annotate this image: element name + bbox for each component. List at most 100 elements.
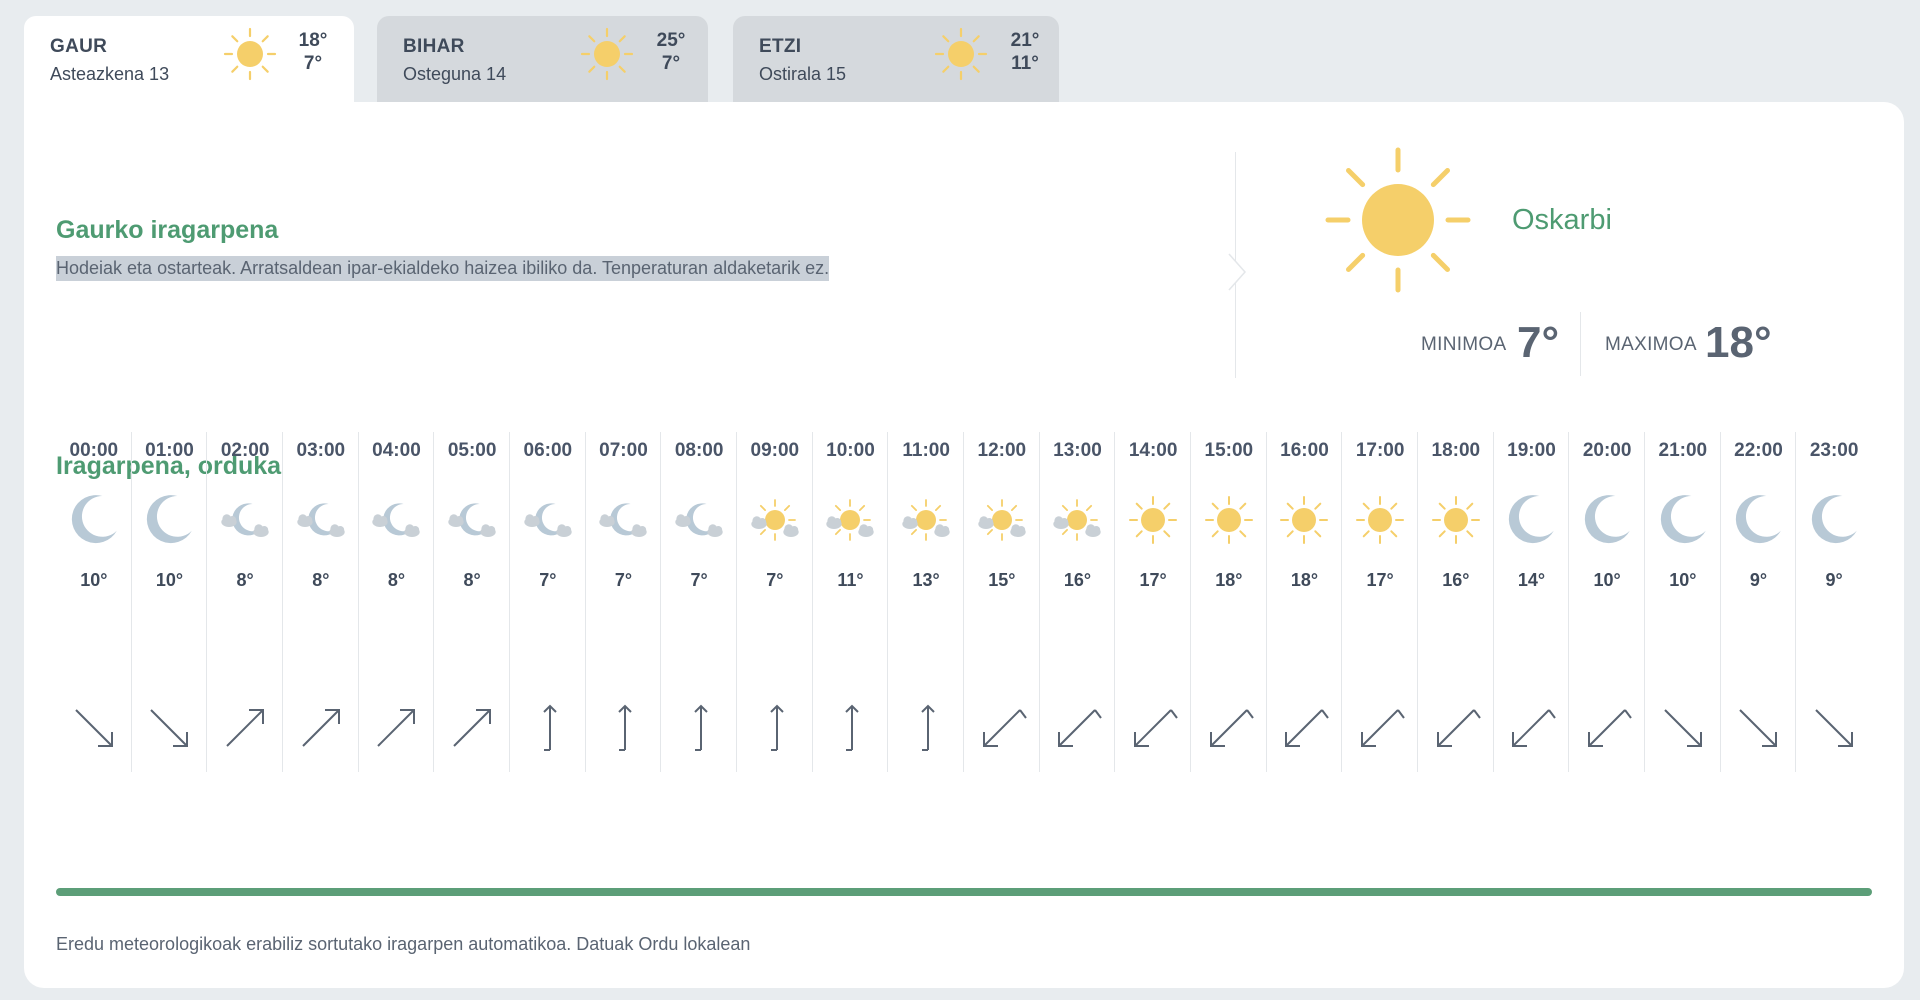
sun-cloud-icon: [902, 499, 950, 541]
hour-column: 22:00 9°: [1721, 432, 1797, 772]
moon-cloud-icon: [524, 503, 572, 537]
wind-direction-icon: [1436, 709, 1481, 747]
hour-temp: 18°: [1290, 570, 1319, 590]
sun-icon: [1356, 496, 1405, 544]
hour-column: 07:00 7°: [586, 432, 662, 772]
sun-icon: [580, 27, 634, 81]
hour-time: 19:00: [1507, 440, 1556, 461]
wind-direction-icon: [1512, 709, 1557, 747]
hour-time: 05:00: [447, 440, 497, 461]
moon-icon: [1509, 495, 1555, 544]
wind-direction-icon: [453, 709, 492, 747]
moon-cloud-icon: [297, 503, 345, 537]
hour-column: 00:00 10°: [56, 432, 132, 772]
hour-time: 00:00: [69, 440, 119, 461]
hour-column: 10:00 11°: [813, 432, 889, 772]
hour-column: 23:00 9°: [1796, 432, 1872, 772]
hour-temp: 15°: [988, 570, 1016, 590]
hour-column: 16:00 18°: [1267, 432, 1343, 772]
tab-date-label: Osteguna 14: [403, 64, 507, 84]
hour-time: 16:00: [1280, 440, 1329, 461]
hour-time: 21:00: [1658, 440, 1708, 461]
hour-column: 08:00 7°: [661, 432, 737, 772]
wind-direction-icon: [1285, 709, 1330, 747]
moon-cloud-icon: [675, 503, 723, 537]
hour-column: 04:00 8°: [359, 432, 435, 772]
wind-direction-icon: [770, 704, 784, 751]
tab-tomorrow[interactable]: BIHAR Osteguna 14 25° 7°: [377, 16, 708, 102]
footer-note: Eredu meteorologikoak erabiliz sortutako…: [56, 934, 751, 954]
condition-label: Oskarbi: [1512, 204, 1612, 236]
hour-temp: 17°: [1139, 570, 1167, 590]
hour-temp: 14°: [1517, 570, 1546, 590]
hour-time: 17:00: [1355, 440, 1405, 461]
sun-icon: [223, 27, 277, 81]
hour-temp: 7°: [539, 570, 557, 590]
wind-direction-icon: [1739, 709, 1778, 747]
min-temp-value: 7°: [1517, 318, 1560, 367]
wind-direction-icon: [1664, 709, 1702, 747]
sun-cloud-icon: [978, 499, 1026, 541]
hour-time: 06:00: [523, 440, 573, 461]
hour-time: 20:00: [1582, 440, 1632, 461]
hour-temp: 10°: [155, 570, 184, 590]
hour-temp: 13°: [912, 570, 940, 590]
hour-column: 06:00 7°: [510, 432, 586, 772]
sun-icon: [1204, 496, 1253, 544]
hour-time: 08:00: [674, 440, 724, 461]
wind-direction-icon: [694, 704, 708, 751]
wind-direction-icon: [226, 709, 265, 747]
hour-time: 14:00: [1128, 440, 1178, 461]
sun-icon: [934, 27, 988, 81]
chevron-right-icon: [1228, 253, 1247, 291]
sun-cloud-icon: [1053, 499, 1102, 541]
hour-column: 20:00 10°: [1569, 432, 1645, 772]
tab-date-label: Ostirala 15: [759, 64, 847, 84]
max-temp-value: 18°: [1705, 318, 1772, 367]
hour-column: 15:00 18°: [1191, 432, 1267, 772]
hour-time: 23:00: [1809, 440, 1859, 461]
tab-low-temp: 11°: [1011, 53, 1039, 74]
hour-time: 12:00: [977, 440, 1027, 461]
hour-temp: 9°: [1825, 570, 1843, 590]
hour-time: 11:00: [902, 440, 950, 461]
tab-day-label: ETZI: [759, 36, 802, 57]
wind-direction-icon: [618, 704, 633, 751]
hour-column: 03:00 8°: [283, 432, 359, 772]
hour-temp: 8°: [387, 570, 406, 590]
hour-column: 17:00 17°: [1342, 432, 1418, 772]
wind-direction-icon: [150, 709, 189, 747]
hour-temp: 10°: [1593, 570, 1621, 590]
moon-cloud-icon: [599, 503, 648, 537]
hour-column: 14:00 17°: [1115, 432, 1191, 772]
hour-time: 03:00: [296, 440, 346, 461]
moon-icon: [71, 495, 117, 544]
today-forecast-title: Gaurko iragarpena: [56, 216, 279, 244]
hour-temp: 8°: [236, 570, 254, 590]
wind-direction-icon: [1361, 709, 1405, 747]
moon-icon: [147, 495, 193, 544]
hour-column: 01:00 10°: [132, 432, 208, 772]
forecast-card: Gaurko iragarpena Hodeiak eta ostarteak.…: [24, 102, 1904, 988]
tab-low-temp: 7°: [303, 53, 323, 74]
wind-direction-icon: [921, 704, 935, 751]
hour-temp: 11°: [837, 570, 864, 590]
hour-time: 15:00: [1204, 440, 1254, 461]
hour-column: 21:00 10°: [1645, 432, 1721, 772]
tab-day-after[interactable]: ETZI Ostirala 15 21° 11°: [733, 16, 1059, 102]
hour-time: 01:00: [145, 440, 194, 461]
tab-today[interactable]: GAUR Asteazkena 13 18° 7°: [24, 16, 354, 102]
tab-day-label: BIHAR: [403, 36, 465, 57]
today-forecast-description: Hodeiak eta ostarteak. Arratsaldean ipar…: [56, 256, 830, 281]
hour-time: 07:00: [599, 440, 648, 461]
hour-temp: 10°: [1669, 570, 1697, 590]
tab-day-label: GAUR: [50, 36, 108, 57]
hourly-forecast: 00:00 10° 01:00 10° 02:00 8° 03:00 8° 04…: [56, 432, 1872, 792]
hour-column: 11:00 13°: [888, 432, 964, 772]
hour-time: 09:00: [750, 440, 800, 461]
wind-direction-icon: [1134, 709, 1178, 747]
hour-temp: 16°: [1063, 570, 1092, 590]
hour-column: 19:00 14°: [1494, 432, 1570, 772]
moon-icon: [1736, 495, 1782, 544]
hour-temp: 16°: [1442, 570, 1470, 590]
